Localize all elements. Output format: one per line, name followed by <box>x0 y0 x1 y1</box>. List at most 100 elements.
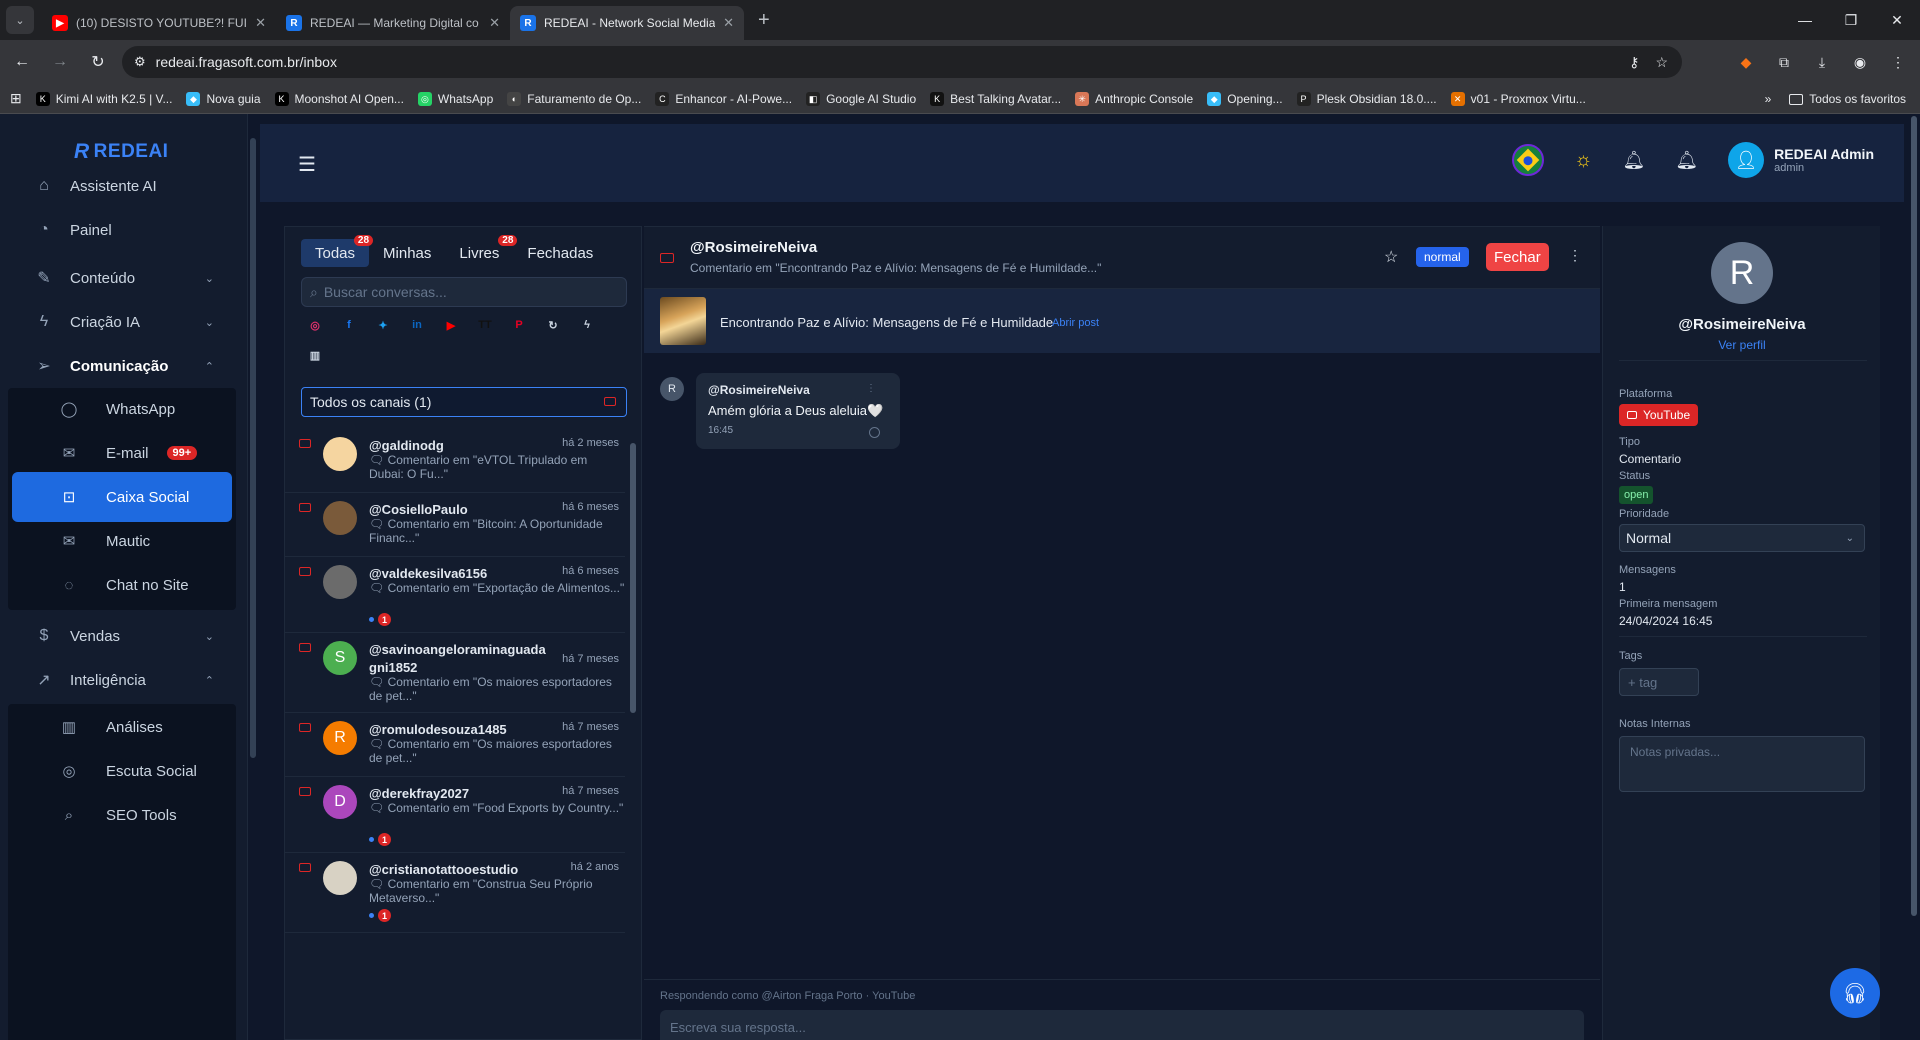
more-options-icon[interactable]: ⋮ <box>1568 247 1582 264</box>
sidebar-item-mautic[interactable]: ✉ Mautic <box>12 516 232 566</box>
facebook-icon[interactable]: f <box>341 317 357 333</box>
minimize-icon[interactable]: — <box>1782 0 1828 40</box>
menu-toggle-icon[interactable]: ☰ <box>298 152 316 177</box>
bookmark-item[interactable]: ◆ Opening... <box>1207 91 1283 106</box>
message-menu-icon[interactable]: ⋮ <box>866 383 876 394</box>
tab-search-button[interactable]: ⌄ <box>6 6 34 34</box>
sidebar-item-contedo[interactable]: ✎ Conteúdo ⌄ <box>10 254 234 302</box>
reply-input[interactable]: Escreva sua resposta... <box>660 1010 1584 1040</box>
youtube-icon[interactable]: ▶ <box>443 317 459 333</box>
linkedin-icon[interactable]: in <box>409 317 425 333</box>
sidebar-item-caixasocial[interactable]: ⊡ Caixa Social <box>12 472 232 522</box>
browser-tab-3[interactable]: R REDEAI - Network Social Media ✕ <box>510 6 744 40</box>
new-tab-icon[interactable]: + <box>758 9 770 32</box>
conversation-item[interactable]: D @derekfray2027 há 7 meses 🗨 Comentario em… <box>285 777 625 853</box>
tab-close-icon[interactable]: ✕ <box>489 15 500 31</box>
close-window-icon[interactable]: ✕ <box>1874 0 1920 40</box>
open-post-link[interactable]: Abrir post <box>1052 317 1099 329</box>
tiktok-icon[interactable]: TT <box>477 317 493 333</box>
sidebar-item-email[interactable]: ✉ E-mail 99+ <box>12 428 232 478</box>
bookmark-item[interactable]: K Moonshot AI Open... <box>274 91 404 106</box>
password-key-icon[interactable]: ⚷ <box>1629 54 1639 71</box>
star-icon[interactable]: ☆ <box>1384 247 1398 267</box>
language-flag-brazil-icon[interactable] <box>1512 144 1545 176</box>
conversation-item[interactable]: @galdinodg há 2 meses 🗨 Comentario em "eVT… <box>285 429 625 493</box>
reload-icon[interactable]: ↻ <box>82 46 114 78</box>
tab-livres[interactable]: Livres 28 <box>445 235 518 267</box>
apps-grid-icon[interactable]: ⊞ <box>10 90 22 107</box>
conversation-item[interactable]: @valdekesilva6156 há 6 meses 🗨 Comentario … <box>285 557 625 633</box>
app-logo[interactable]: R REDEAI <box>74 140 168 164</box>
alerts-bell-icon[interactable]: 🔔︎ <box>1675 150 1698 171</box>
restore-icon[interactable]: ❐ <box>1828 0 1874 40</box>
bookmark-item[interactable]: ◧ Google AI Studio <box>806 91 916 106</box>
download-icon[interactable]: ⤓ <box>1810 50 1834 74</box>
browser-tab-2[interactable]: R REDEAI — Marketing Digital co ✕ <box>276 6 510 40</box>
sidebar-item-anlises[interactable]: ▥ Análises <box>12 702 232 752</box>
bookmark-item[interactable]: K Best Talking Avatar... <box>930 91 1061 106</box>
sidebar-item-assistenteai[interactable]: ⌂ Assistente AI <box>10 162 234 210</box>
bookmark-item[interactable]: ✳ Anthropic Console <box>1075 91 1193 106</box>
search-input[interactable]: ⌕ Buscar conversas... <box>301 277 627 307</box>
omnibox[interactable]: ⚙ redeai.fragasoft.com.br/inbox ⚷ ☆ <box>122 46 1682 78</box>
all-favorites-folder[interactable]: Todos os favoritos <box>1789 92 1906 106</box>
user-menu[interactable]: 👤︎ REDEAI Admin admin <box>1728 142 1874 178</box>
sidebar-scrollbar[interactable] <box>248 114 258 1040</box>
site-info-icon[interactable]: ⚙ <box>134 54 146 70</box>
bookmark-item[interactable]: ◐ Faturamento de Op... <box>507 91 641 106</box>
bookmark-item[interactable]: ◎ WhatsApp <box>417 91 493 106</box>
browser-tab-1[interactable]: ▶ (10) DESISTO YOUTUBE?! FUI DE ✕ <box>42 6 276 40</box>
notification-bell-icon[interactable]: 🔔︎ <box>1622 150 1645 171</box>
tab-close-icon[interactable]: ✕ <box>723 15 734 31</box>
bookmark-star-icon[interactable]: ☆ <box>1655 54 1668 71</box>
conversation-item[interactable]: @CosielloPaulo há 6 meses 🗨 Comentario em … <box>285 493 625 557</box>
reaction-icon[interactable] <box>869 427 880 438</box>
stats-icon[interactable]: ▥ <box>307 347 323 363</box>
profile-avatar-icon[interactable]: ◉ <box>1848 50 1872 74</box>
bookmark-item[interactable]: ✕ v01 - Proxmox Virtu... <box>1450 91 1586 106</box>
list-scrollbar[interactable] <box>629 429 637 1040</box>
extension-fox-icon[interactable]: ◆ <box>1734 50 1758 74</box>
add-tag-input[interactable]: + tag <box>1619 668 1699 696</box>
bolt-icon[interactable]: ϟ <box>579 317 595 333</box>
bookmark-item[interactable]: K Kimi AI with K2.5 | V... <box>35 91 172 106</box>
sidebar-item-criaoia[interactable]: ϟ Criação IA ⌄ <box>10 298 234 346</box>
pinterest-icon[interactable]: P <box>511 317 527 333</box>
sidebar-item-vendas[interactable]: $ Vendas ⌄ <box>10 612 234 660</box>
internal-notes-field[interactable]: Notas privadas... <box>1619 736 1865 792</box>
bookmark-item[interactable]: ◆ Nova guia <box>186 91 261 106</box>
bookmarks-more-icon[interactable]: » <box>1765 92 1772 106</box>
forward-icon[interactable]: → <box>44 46 76 78</box>
bookmark-item[interactable]: P Plesk Obsidian 18.0.... <box>1296 91 1437 106</box>
instagram-icon[interactable]: ◎ <box>307 317 323 333</box>
tab-fechadas[interactable]: Fechadas <box>513 239 607 267</box>
tab-minhas[interactable]: Minhas <box>369 239 445 267</box>
sidebar-item-escutasocial[interactable]: ◎ Escuta Social <box>12 746 232 796</box>
tab-todas[interactable]: Todas 28 <box>301 235 374 267</box>
extensions-puzzle-icon[interactable]: ⧉ <box>1772 50 1796 74</box>
sidebar-item-seotools[interactable]: ⌕ SEO Tools <box>12 790 232 840</box>
sidebar-item-whatsapp[interactable]: ◯ WhatsApp <box>12 384 232 434</box>
tab-close-icon[interactable]: ✕ <box>255 15 266 31</box>
sidebar-item-chatnosite[interactable]: ◌ Chat no Site <box>12 560 232 610</box>
back-icon[interactable]: ← <box>6 46 38 78</box>
priority-badge[interactable]: normal <box>1416 247 1469 267</box>
priority-select[interactable]: Normal ⌄ <box>1619 524 1865 552</box>
conversation-item[interactable]: @cristianotattooestudio há 2 anos 🗨 Coment… <box>285 853 625 933</box>
sidebar-item-comunicao[interactable]: ➢ Comunicação ⌃ <box>10 342 234 390</box>
page-scrollbar[interactable] <box>1908 114 1920 1040</box>
close-conversation-button[interactable]: Fechar <box>1486 243 1549 271</box>
bookmark-favicon-icon: ◐ <box>507 91 522 106</box>
sidebar-item-inteligncia[interactable]: ↗ Inteligência ⌃ <box>10 656 234 704</box>
conversation-item[interactable]: S @savinoangeloraminaguadagni1852 há 7 mes… <box>285 633 625 713</box>
twitter-icon[interactable]: ✦ <box>375 317 391 333</box>
sidebar-item-painel[interactable]: ◔ Painel <box>10 206 234 254</box>
bookmark-item[interactable]: C Enhancor - AI-Powe... <box>655 91 792 106</box>
channel-select[interactable]: Todos os canais (1) <box>301 387 627 417</box>
theme-sun-icon[interactable]: ☼ <box>1574 149 1592 172</box>
refresh-icon[interactable]: ↻ <box>545 317 561 333</box>
support-headset-button[interactable]: 🎧︎ <box>1830 968 1880 1018</box>
conversation-item[interactable]: R @romulodesouza1485 há 7 meses 🗨 Comentari… <box>285 713 625 777</box>
view-profile-link[interactable]: Ver perfil <box>1603 338 1881 352</box>
browser-menu-icon[interactable]: ⋮ <box>1886 50 1910 74</box>
